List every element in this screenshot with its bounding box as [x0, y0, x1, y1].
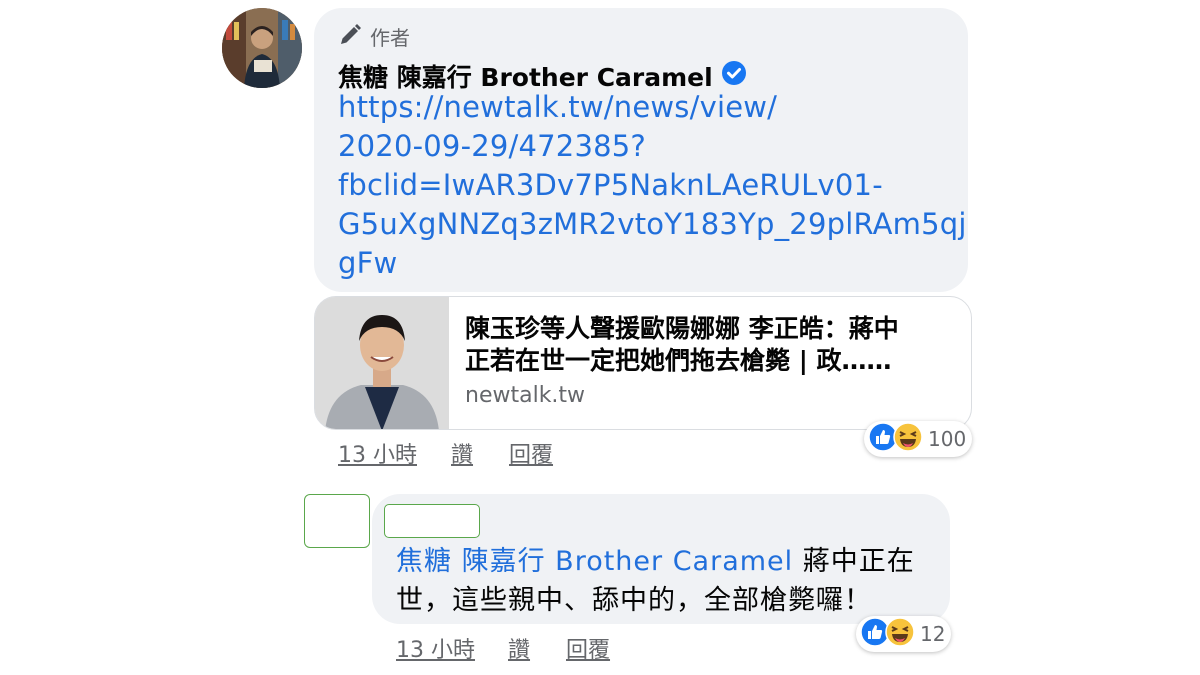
avatar-photo: [222, 8, 302, 88]
reaction-count: 12: [920, 622, 946, 646]
link-preview-card[interactable]: 陳玉珍等人聲援歐陽娜娜 李正皓：蔣中 正若在世一定把她們拖去槍斃 | 政…… n…: [314, 296, 972, 430]
preview-title[interactable]: 陳玉珍等人聲援歐陽娜娜 李正皓：蔣中 正若在世一定把她們拖去槍斃 | 政……: [465, 313, 955, 377]
reply-reply-link[interactable]: 回覆: [566, 632, 610, 664]
author-avatar[interactable]: [222, 8, 302, 88]
author-badge: 作者: [338, 22, 410, 51]
reply-text: 焦糖 陳嘉行 Brother Caramel 蔣中正在世，這些親中、舔中的，全部…: [396, 542, 936, 620]
reply-like-link[interactable]: 讚: [508, 632, 530, 664]
reaction-summary[interactable]: 100: [864, 421, 973, 457]
comment-bubble: 作者 焦糖 陳嘉行 Brother Caramel https://newtal…: [314, 8, 968, 292]
reply-avatar[interactable]: [304, 494, 370, 548]
haha-reaction-icon: [892, 421, 924, 457]
comment-timestamp[interactable]: 13 小時: [338, 437, 417, 469]
reply-link[interactable]: 回覆: [509, 437, 553, 469]
preview-domain: newtalk.tw: [465, 383, 586, 408]
reaction-count: 100: [928, 427, 967, 451]
author-label: 作者: [370, 26, 410, 50]
reply-timestamp[interactable]: 13 小時: [396, 632, 475, 664]
reply-reaction-summary[interactable]: 12: [856, 616, 952, 652]
like-link[interactable]: 讚: [451, 437, 473, 469]
reply-bubble: 焦糖 陳嘉行 Brother Caramel 蔣中正在世，這些親中、舔中的，全部…: [372, 494, 950, 624]
reply-author-name[interactable]: [384, 504, 480, 538]
comment-link[interactable]: https://newtalk.tw/news/view/ 2020-09-29…: [338, 88, 966, 283]
mention-tag[interactable]: 焦糖 陳嘉行 Brother Caramel: [396, 546, 793, 577]
pencil-icon: [338, 23, 362, 51]
preview-thumbnail: [315, 297, 449, 429]
haha-reaction-icon: [884, 616, 916, 652]
